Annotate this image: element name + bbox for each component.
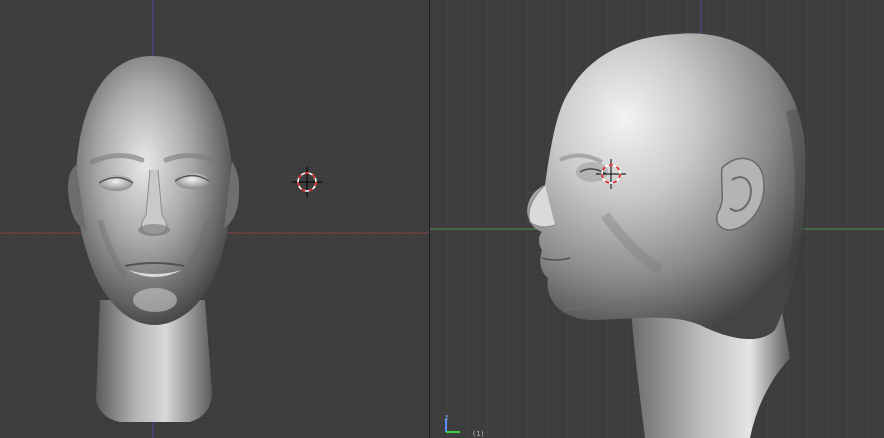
viewport-front[interactable] xyxy=(0,0,429,438)
axis-z-label: z xyxy=(444,413,449,422)
viewport-side[interactable]: z (1) xyxy=(430,0,884,438)
front-viewport-canvas[interactable] xyxy=(0,0,429,438)
side-viewport-canvas[interactable] xyxy=(430,0,884,438)
dual-viewport-editor: z (1) xyxy=(0,0,884,438)
frame-label: (1) xyxy=(472,430,485,438)
